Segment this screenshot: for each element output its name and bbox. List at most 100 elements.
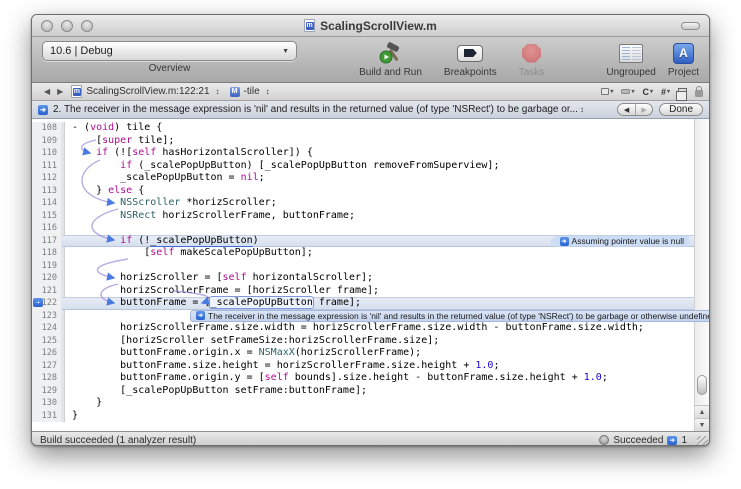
inline-analyzer-message[interactable]: ➔The receiver in the message expression … xyxy=(190,310,709,322)
file-crumb[interactable]: m ScalingScrollView.m:122:21 ↕ xyxy=(71,85,219,98)
scrollbar-thumb[interactable] xyxy=(697,375,707,395)
issues-menu-button[interactable]: #▾ xyxy=(661,87,670,97)
forward-button[interactable]: ▶ xyxy=(57,87,63,96)
code-line[interactable]: 114 NSScroller *horizScroller; xyxy=(32,197,709,210)
scroll-down-button[interactable]: ▼ xyxy=(695,418,709,431)
code-line[interactable]: 123 ➔The receiver in the message expressi… xyxy=(32,310,709,323)
code-line[interactable]: 125 [horizScroller setFrameSize:horizScr… xyxy=(32,335,709,348)
code-text[interactable]: buttonFrame = [_scalePopUpButton frame]; xyxy=(62,297,709,310)
succeeded-label[interactable]: Succeeded xyxy=(613,435,663,446)
line-number[interactable]: 128 xyxy=(32,372,62,385)
line-number[interactable]: 124 xyxy=(32,322,62,335)
code-text[interactable]: NSRect horizScrollerFrame, buttonFrame; xyxy=(62,210,709,223)
code-text[interactable]: ➔The receiver in the message expression … xyxy=(62,310,709,323)
code-text[interactable]: - (void) tile { xyxy=(62,122,709,135)
close-button[interactable] xyxy=(41,20,53,32)
build-and-run-button[interactable]: Build and Run xyxy=(359,41,422,78)
breakpoints-button[interactable]: Breakpoints xyxy=(444,41,497,78)
pending-edits-menu-button[interactable]: ▾ xyxy=(621,88,634,95)
code-line[interactable]: 108- (void) tile { xyxy=(32,122,709,135)
code-text[interactable]: } xyxy=(62,410,709,423)
code-text[interactable]: if (![self hasHorizontalScroller]) { xyxy=(62,147,709,160)
minimize-button[interactable] xyxy=(61,20,73,32)
line-number[interactable]: 120 xyxy=(32,272,62,285)
resize-grip[interactable] xyxy=(697,436,708,446)
toolbar-toggle-button[interactable] xyxy=(681,22,700,30)
code-text[interactable]: if (_scalePopUpButton) [_scalePopUpButto… xyxy=(62,160,709,173)
project-button[interactable]: A Project xyxy=(668,41,699,78)
line-number[interactable]: 130 xyxy=(32,397,62,410)
vertical-scrollbar[interactable]: ▲ ▼ xyxy=(694,119,709,431)
code-line[interactable]: 112 _scalePopUpButton = nil; xyxy=(32,172,709,185)
line-number[interactable]: 125 xyxy=(32,335,62,348)
line-number[interactable]: 119 xyxy=(32,260,62,273)
code-text[interactable]: buttonFrame.size.height = horizScrollerF… xyxy=(62,360,709,373)
line-number[interactable]: 114 xyxy=(32,197,62,210)
code-text[interactable]: [_scalePopUpButton setFrame:buttonFrame]… xyxy=(62,385,709,398)
code-text[interactable]: [self makeScalePopUpButton]; xyxy=(62,247,709,260)
done-button[interactable]: Done xyxy=(659,103,703,116)
analyzer-count[interactable]: 1 xyxy=(681,435,687,446)
line-number[interactable]: 115 xyxy=(32,210,62,223)
code-line[interactable]: 119 xyxy=(32,260,709,273)
inline-annotation[interactable]: ➔Assuming pointer value is null xyxy=(550,236,689,247)
code-line[interactable]: 118 [self makeScalePopUpButton]; xyxy=(32,247,709,260)
line-number[interactable]: ➔122 xyxy=(32,297,62,310)
code-line[interactable]: 109 [super tile]; xyxy=(32,135,709,148)
counterpart-menu-button[interactable]: C▾ xyxy=(642,87,653,97)
code-text[interactable]: [horizScroller setFrameSize:horizScrolle… xyxy=(62,335,709,348)
code-line[interactable]: 128 buttonFrame.origin.y = [self bounds]… xyxy=(32,372,709,385)
code-line[interactable]: 120 horizScroller = [self horizontalScro… xyxy=(32,272,709,285)
code-text[interactable] xyxy=(62,260,709,273)
line-number[interactable]: 131 xyxy=(32,410,62,423)
code-text[interactable]: } else { xyxy=(62,185,709,198)
line-number[interactable]: 126 xyxy=(32,347,62,360)
method-crumb[interactable]: M -tile ↕ xyxy=(230,86,270,97)
line-number[interactable]: 127 xyxy=(32,360,62,373)
code-text[interactable]: horizScroller = [self horizontalScroller… xyxy=(62,272,709,285)
code-text[interactable]: buttonFrame.origin.x = NSMaxX(horizScrol… xyxy=(62,347,709,360)
bookmarks-menu-button[interactable]: ▾ xyxy=(601,88,613,95)
line-number[interactable]: 111 xyxy=(32,160,62,173)
line-number[interactable]: 113 xyxy=(32,185,62,198)
code-text[interactable]: [super tile]; xyxy=(62,135,709,148)
code-line[interactable]: 113 } else { xyxy=(32,185,709,198)
line-number[interactable]: 118 xyxy=(32,247,62,260)
code-text[interactable]: horizScrollerFrame = [horizScroller fram… xyxy=(62,285,709,298)
line-number[interactable]: 116 xyxy=(32,222,62,235)
code-line[interactable]: 130 } xyxy=(32,397,709,410)
code-editor[interactable]: 108- (void) tile {109 [super tile];110 i… xyxy=(32,119,709,431)
line-number[interactable]: 108 xyxy=(32,122,62,135)
code-line[interactable]: 115 NSRect horizScrollerFrame, buttonFra… xyxy=(32,210,709,223)
code-text[interactable]: _scalePopUpButton = nil; xyxy=(62,172,709,185)
zoom-button[interactable] xyxy=(81,20,93,32)
ungrouped-button[interactable]: Ungrouped xyxy=(606,41,655,78)
code-text[interactable]: NSScroller *horizScroller; xyxy=(62,197,709,210)
code-text[interactable] xyxy=(62,222,709,235)
code-line[interactable]: 129 [_scalePopUpButton setFrame:buttonFr… xyxy=(32,385,709,398)
code-line[interactable]: 127 buttonFrame.size.height = horizScrol… xyxy=(32,360,709,373)
scroll-up-button[interactable]: ▲ xyxy=(695,405,709,418)
code-line[interactable]: ➔122 buttonFrame = [_scalePopUpButton fr… xyxy=(32,297,709,310)
code-text[interactable]: } xyxy=(62,397,709,410)
code-line[interactable]: 131} xyxy=(32,410,709,423)
analyzer-line-icon[interactable]: ➔ xyxy=(33,298,43,307)
back-button[interactable]: ◀ xyxy=(44,87,50,96)
code-line[interactable]: 126 buttonFrame.origin.x = NSMaxX(horizS… xyxy=(32,347,709,360)
line-number[interactable]: 129 xyxy=(32,385,62,398)
line-number[interactable]: 121 xyxy=(32,285,62,298)
code-text[interactable]: buttonFrame.origin.y = [self bounds].siz… xyxy=(62,372,709,385)
line-number[interactable]: 109 xyxy=(32,135,62,148)
code-line[interactable]: 116 xyxy=(32,222,709,235)
lock-button[interactable] xyxy=(695,87,703,97)
code-text[interactable]: if (!_scalePopUpButton)➔Assuming pointer… xyxy=(62,235,709,248)
counterparts-button[interactable] xyxy=(678,88,687,96)
code-line[interactable]: 121 horizScrollerFrame = [horizScroller … xyxy=(32,285,709,298)
code-text[interactable]: horizScrollerFrame.size.width = horizScr… xyxy=(62,322,709,335)
line-number[interactable]: 112 xyxy=(32,172,62,185)
line-number[interactable]: 110 xyxy=(32,147,62,160)
overview-dropdown[interactable]: 10.6 | Debug ▼ xyxy=(42,41,297,61)
code-line[interactable]: 117 if (!_scalePopUpButton)➔Assuming poi… xyxy=(32,235,709,248)
code-line[interactable]: 110 if (![self hasHorizontalScroller]) { xyxy=(32,147,709,160)
line-number[interactable]: 123 xyxy=(32,310,62,323)
